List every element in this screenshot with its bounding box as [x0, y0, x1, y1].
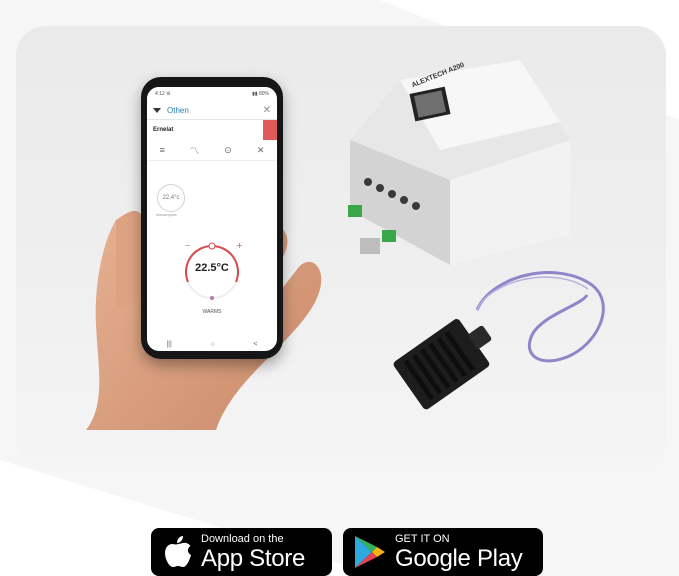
- google-play-logo-icon: [355, 536, 385, 568]
- back-icon[interactable]: <: [254, 341, 258, 348]
- tab-menu[interactable]: ≡: [160, 145, 165, 155]
- device-row: Ernelat: [147, 120, 277, 140]
- app-title[interactable]: Othen: [167, 106, 263, 115]
- tab-settings[interactable]: ✕: [257, 145, 265, 156]
- smartphone: 4:12 ⚙ ▮▮ 80% Othen ✕ Ernelat ≡ 〽 ⊙ ✕ 22…: [141, 77, 283, 359]
- svg-text:−: −: [184, 241, 191, 250]
- google-play-badge[interactable]: GET IT ON Google Play: [343, 528, 543, 576]
- tab-chart[interactable]: 〽: [190, 144, 199, 157]
- recent-apps-icon[interactable]: |||: [166, 341, 171, 348]
- mode-label: WARMS: [202, 309, 222, 315]
- din-rail-module: [348, 60, 570, 265]
- temperature-sensor: [393, 271, 605, 410]
- close-icon[interactable]: ✕: [263, 105, 271, 116]
- setpoint-value: 22.5°C: [195, 262, 229, 274]
- current-temperature: 22.4°c: [157, 184, 185, 212]
- tab-timer[interactable]: ⊙: [224, 145, 232, 156]
- app-store-small-text: Download on the: [201, 532, 284, 545]
- current-temperature-label: Wolstanyolas: [156, 213, 177, 217]
- app-tabs: ≡ 〽 ⊙ ✕: [147, 140, 277, 161]
- home-icon[interactable]: ○: [211, 341, 215, 348]
- phone-screen: 4:12 ⚙ ▮▮ 80% Othen ✕ Ernelat ≡ 〽 ⊙ ✕ 22…: [147, 87, 277, 351]
- device-name: Ernelat: [153, 127, 174, 133]
- svg-text:+: +: [236, 241, 243, 250]
- status-bar: 4:12 ⚙ ▮▮ 80%: [147, 87, 277, 101]
- status-left: 4:12 ⚙: [155, 91, 171, 97]
- app-store-big-text: App Store: [201, 544, 306, 572]
- power-button[interactable]: [263, 120, 277, 140]
- apple-logo-icon: [165, 536, 191, 567]
- google-play-small-text: GET IT ON: [395, 532, 450, 545]
- status-right: ▮▮ 80%: [252, 91, 269, 97]
- dropdown-arrow-icon[interactable]: [153, 107, 161, 113]
- app-header: Othen ✕: [147, 101, 277, 120]
- android-navbar: ||| ○ <: [147, 337, 277, 351]
- google-play-big-text: Google Play: [395, 544, 523, 572]
- app-store-badge[interactable]: Download on the App Store: [151, 528, 332, 576]
